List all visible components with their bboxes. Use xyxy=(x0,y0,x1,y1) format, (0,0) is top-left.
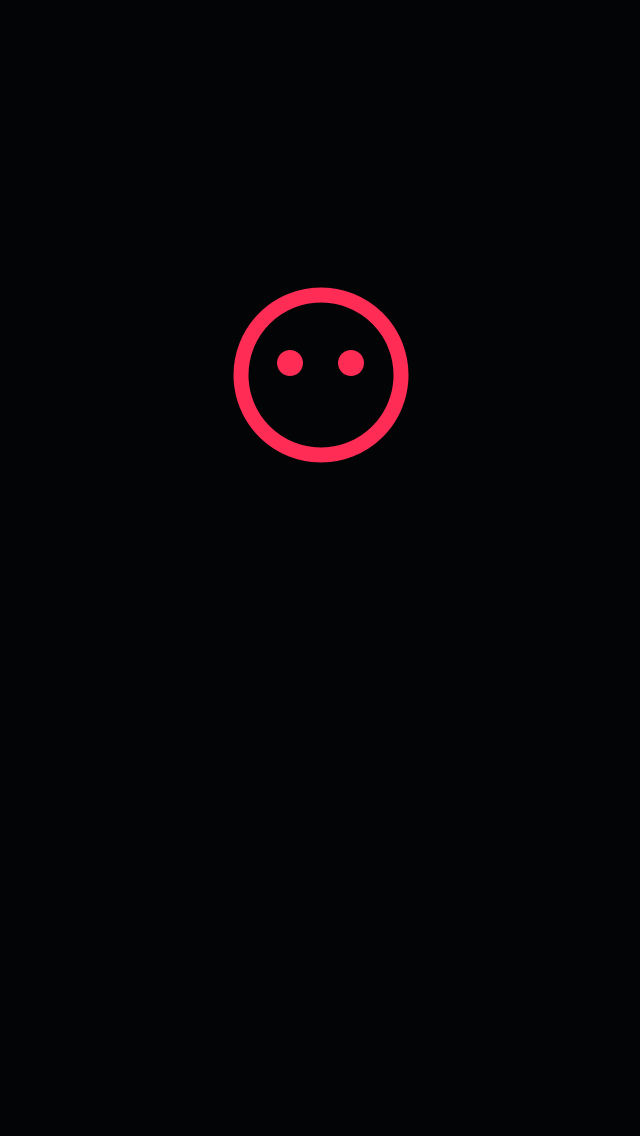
splash-screen xyxy=(0,0,640,1136)
face-outline xyxy=(233,287,409,463)
face-icon xyxy=(232,286,410,464)
left-eye xyxy=(277,350,303,376)
right-eye xyxy=(338,350,364,376)
